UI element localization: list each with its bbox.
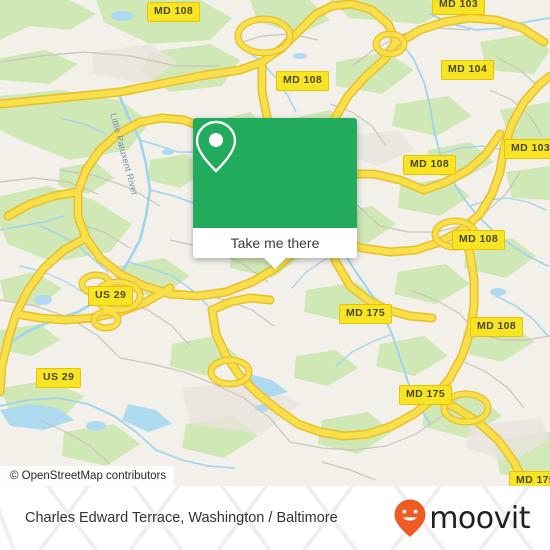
- road-shield-md-175-corner[interactable]: MD 175: [509, 471, 550, 486]
- destination-popup-card[interactable]: Take me there: [193, 118, 357, 269]
- road-shield-us-29-lower[interactable]: US 29: [36, 368, 82, 388]
- road-shield-md-108-mid[interactable]: MD 108: [403, 155, 457, 175]
- road-shield-md-103-topright[interactable]: MD 103: [432, 0, 486, 15]
- take-me-there-label: Take me there: [230, 235, 320, 251]
- road-shield-md-108-right[interactable]: MD 108: [452, 230, 506, 250]
- road-shield-md-104[interactable]: MD 104: [441, 60, 495, 80]
- moovit-map-screen: Little Patuxent River MD 108 MD 103 MD 1…: [0, 0, 550, 550]
- road-shield-md-103-right[interactable]: MD 103: [504, 139, 550, 159]
- footer-bar: Charles Edward Terrace, Washington / Bal…: [0, 486, 550, 550]
- road-shield-md-108-lower[interactable]: MD 108: [470, 317, 524, 337]
- map-attribution[interactable]: © OpenStreetMap contributors: [0, 466, 175, 486]
- road-shield-md-108-upper[interactable]: MD 108: [276, 71, 330, 91]
- place-title: Charles Edward Terrace, Washington / Bal…: [25, 486, 338, 550]
- moovit-wordmark: moovit: [429, 501, 530, 536]
- road-shield-md-108-top[interactable]: MD 108: [147, 2, 201, 22]
- map-canvas[interactable]: Little Patuxent River MD 108 MD 103 MD 1…: [0, 0, 550, 486]
- road-shield-md-175-lower[interactable]: MD 175: [399, 385, 453, 405]
- popup-pointer-tail: [264, 258, 286, 269]
- popup-header: [193, 118, 357, 228]
- moovit-logo[interactable]: moovit: [393, 486, 530, 550]
- road-shield-md-175-upper[interactable]: MD 175: [339, 304, 393, 324]
- attribution-text: © OpenStreetMap contributors: [10, 470, 167, 482]
- take-me-there-button[interactable]: Take me there: [193, 228, 357, 258]
- moovit-smiley-pin-icon: [394, 499, 426, 537]
- road-shield-us-29-upper[interactable]: US 29: [88, 286, 134, 306]
- location-pin-icon: [195, 120, 237, 173]
- place-title-text: Charles Edward Terrace, Washington / Bal…: [25, 510, 338, 526]
